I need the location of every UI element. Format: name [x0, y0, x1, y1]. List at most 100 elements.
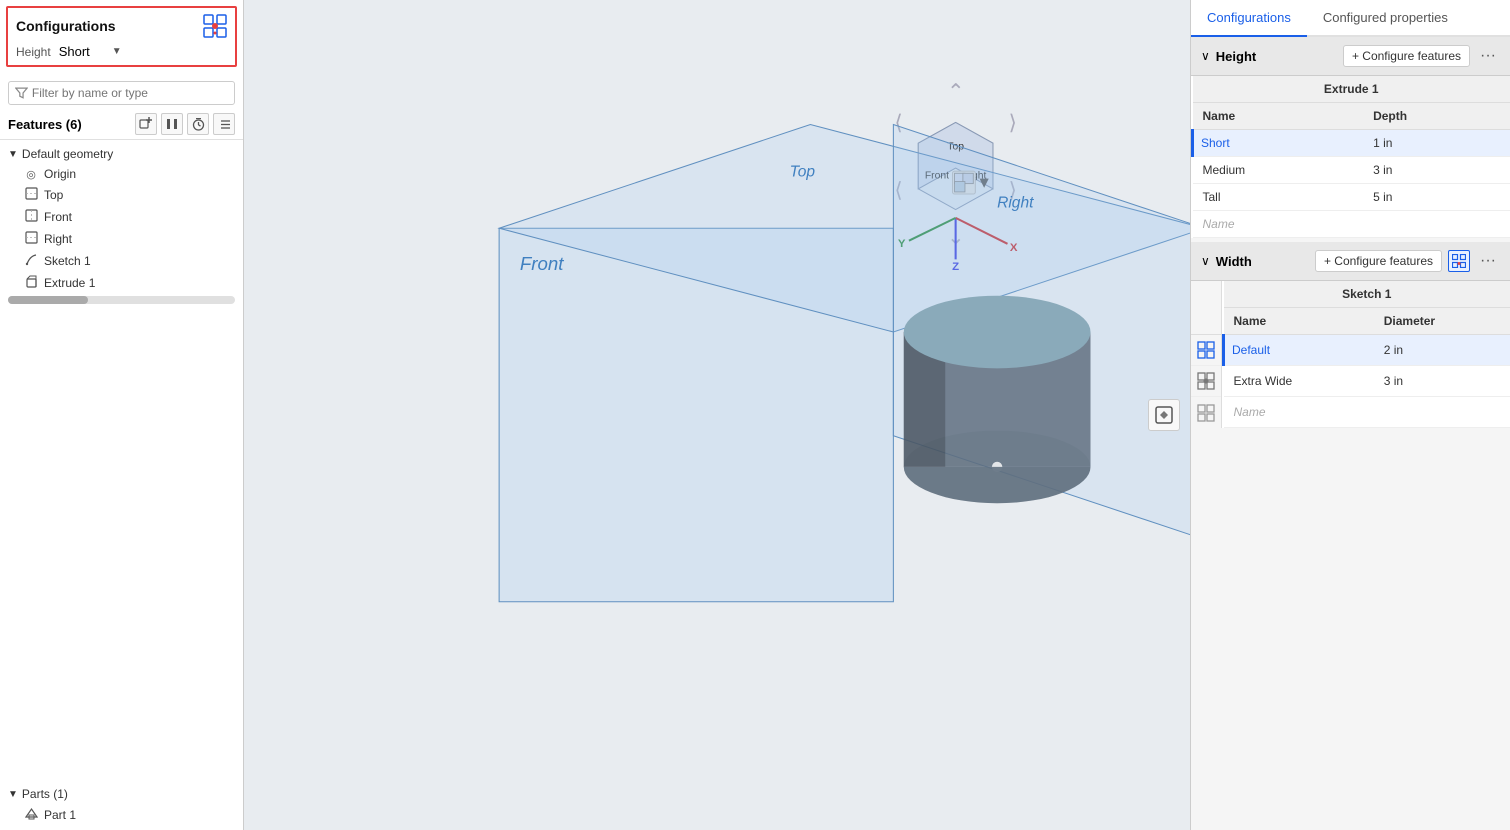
right-panel-tabs: Configurations Configured properties [1191, 0, 1510, 37]
tab-configured-properties[interactable]: Configured properties [1307, 0, 1464, 37]
width-grid-icon-btn[interactable] [1448, 250, 1470, 272]
viewport-tools [1148, 399, 1180, 431]
height-medium-value: 3 in [1363, 157, 1510, 184]
width-config-table: Sketch 1 Name Diameter Default 2 in Extr… [1222, 281, 1510, 428]
features-section: Features (6) ▼ Default geometry ◎ Or [0, 73, 243, 830]
height-select[interactable]: Short Medium Tall [59, 44, 122, 59]
width-configure-btn[interactable]: + Configure features [1315, 250, 1442, 272]
height-label: Height [16, 45, 51, 59]
config-icon [203, 14, 227, 38]
tree-item-sketch1-label: Sketch 1 [44, 254, 91, 268]
parts-section-label[interactable]: ▼ Parts (1) [0, 784, 243, 804]
width-side-icons [1191, 281, 1222, 428]
tree-item-part1[interactable]: Part 1 [0, 804, 243, 826]
origin-icon: ◎ [24, 168, 38, 181]
svg-text:Front: Front [520, 253, 564, 274]
list-btn[interactable] [213, 113, 235, 135]
height-configure-btn-label: + Configure features [1352, 49, 1461, 63]
height-row-short[interactable]: Short 1 in [1193, 130, 1510, 157]
viewport-canvas: Top Front Right ⟨ ⟩ ⟨ ⟩ ⌃ ⌄ Z X [244, 0, 1190, 830]
width-row-new[interactable]: Name [1224, 397, 1510, 428]
height-section-header: ∨ Height + Configure features ··· [1191, 37, 1510, 76]
features-toolbar: Features (6) [0, 109, 243, 140]
tree-item-origin[interactable]: ◎ Origin [0, 164, 243, 184]
height-depth-header: Depth [1363, 103, 1510, 130]
height-collapse-icon[interactable]: ∨ [1201, 49, 1210, 63]
width-row-default[interactable]: Default 2 in [1224, 335, 1510, 366]
tree-item-part1-label: Part 1 [44, 808, 76, 822]
config-header: Configurations Height Short Medium Tall … [6, 6, 237, 67]
width-default-value: 2 in [1374, 335, 1510, 366]
width-icon-default[interactable] [1191, 335, 1221, 366]
width-icon-extra-wide[interactable] [1191, 366, 1221, 397]
tree-item-front[interactable]: Front [0, 206, 243, 228]
height-more-btn[interactable]: ··· [1476, 47, 1500, 65]
part-icon [24, 807, 38, 823]
tree-item-origin-label: Origin [44, 167, 76, 181]
filter-input-wrap [8, 81, 235, 105]
width-row-extra-wide[interactable]: Extra Wide 3 in [1224, 366, 1510, 397]
add-feature-btn[interactable] [135, 113, 157, 135]
width-col-group-header: Sketch 1 [1224, 281, 1510, 308]
tree-item-extrude1[interactable]: Extrude 1 [0, 272, 243, 294]
height-row-medium[interactable]: Medium 3 in [1193, 157, 1510, 184]
tree-item-extrude1-label: Extrude 1 [44, 276, 95, 290]
plane-icon-front [24, 209, 38, 225]
height-row-tall[interactable]: Tall 5 in [1193, 184, 1510, 211]
height-row-new[interactable]: Name [1193, 211, 1510, 238]
svg-text:Top: Top [790, 163, 816, 180]
parts-section: ▼ Parts (1) Part 1 [0, 780, 243, 830]
timer-btn[interactable] [187, 113, 209, 135]
height-configure-btn[interactable]: + Configure features [1343, 45, 1470, 67]
right-panel: Configurations Configured properties ∨ H… [1190, 0, 1510, 830]
height-section-title: Height [1216, 49, 1337, 64]
width-config-section: ∨ Width + Configure features ··· [1191, 242, 1510, 428]
plane-icon-right [24, 231, 38, 247]
width-name-header: Name [1224, 308, 1374, 335]
height-medium-name: Medium [1193, 157, 1364, 184]
center-viewport: Top Front Right ⟨ ⟩ ⟨ ⟩ ⌃ ⌄ Z X [244, 0, 1190, 830]
height-short-value: 1 in [1363, 130, 1510, 157]
parts-label: Parts (1) [22, 787, 68, 801]
pause-btn[interactable] [161, 113, 183, 135]
tree-item-top-label: Top [44, 188, 63, 202]
svg-text:⟩: ⟩ [1009, 112, 1017, 135]
height-col-group-header: Extrude 1 [1193, 76, 1510, 103]
svg-text:Right: Right [997, 195, 1034, 212]
width-collapse-icon[interactable]: ∨ [1201, 254, 1210, 268]
tree-item-top[interactable]: Top [0, 184, 243, 206]
svg-text:⌃: ⌃ [947, 81, 964, 104]
default-geometry-label: Default geometry [22, 147, 113, 161]
parts-chevron-icon: ▼ [8, 789, 18, 800]
width-new-name-placeholder: Name [1224, 397, 1374, 428]
tree-area: ▼ Default geometry ◎ Origin Top Front [0, 140, 243, 780]
view-tool-btn-1[interactable] [1148, 399, 1180, 431]
width-section-header: ∨ Width + Configure features ··· [1191, 242, 1510, 281]
height-name-header: Name [1193, 103, 1364, 130]
height-tall-name: Tall [1193, 184, 1364, 211]
filter-input[interactable] [32, 86, 228, 100]
extrude-icon [24, 275, 38, 291]
height-new-name-placeholder: Name [1193, 211, 1364, 238]
plane-icon-top [24, 187, 38, 203]
height-short-name: Short [1193, 130, 1364, 157]
filter-icon [15, 86, 28, 100]
width-diameter-header: Diameter [1374, 308, 1510, 335]
width-more-btn[interactable]: ··· [1476, 252, 1500, 270]
width-icon-new[interactable] [1191, 397, 1221, 428]
tab-configurations[interactable]: Configurations [1191, 0, 1307, 37]
tree-item-right-label: Right [44, 232, 72, 246]
scroll-thumb [8, 296, 88, 304]
scroll-bar[interactable] [8, 296, 235, 304]
default-geometry-section[interactable]: ▼ Default geometry [0, 144, 243, 164]
height-config-section: ∨ Height + Configure features ··· Extrud… [1191, 37, 1510, 238]
width-extra-wide-name: Extra Wide [1224, 366, 1374, 397]
width-new-value [1374, 397, 1510, 428]
height-tall-value: 5 in [1363, 184, 1510, 211]
filter-area [0, 73, 243, 109]
width-section-title: Width [1216, 254, 1309, 269]
tree-item-sketch1[interactable]: Sketch 1 [0, 250, 243, 272]
tree-item-right[interactable]: Right [0, 228, 243, 250]
width-table-container: Sketch 1 Name Diameter Default 2 in Extr… [1191, 281, 1510, 428]
3d-scene-group: Front Top Right [499, 125, 1190, 602]
